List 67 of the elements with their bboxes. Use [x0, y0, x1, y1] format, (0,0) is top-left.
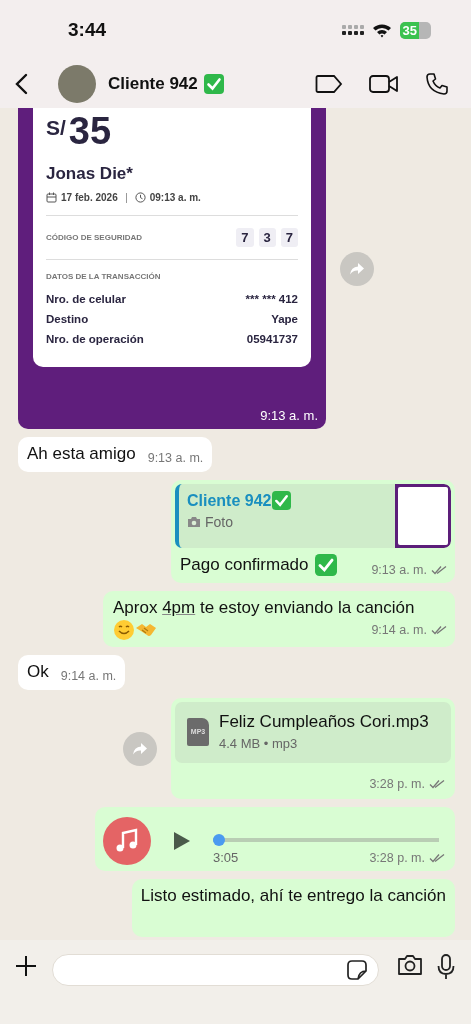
battery-level: 35: [399, 21, 419, 39]
forward-icon: [349, 261, 365, 276]
message-time: 9:13 a. m.: [147, 451, 204, 465]
currency-symbol: S/: [46, 116, 66, 140]
add-icon[interactable]: [14, 954, 38, 978]
status-time: 3:44: [68, 19, 107, 41]
security-code-label: CÓDIGO DE SEGURIDAD: [46, 233, 142, 242]
detail-label: Destino: [46, 313, 89, 325]
message-time: 9:14 a. m.: [60, 669, 117, 683]
payee-name: Jonas Die*: [46, 164, 134, 184]
message-time: 3:28 p. m.: [369, 777, 425, 791]
detail-value: Yape: [271, 313, 298, 325]
check-mark-icon: [314, 554, 337, 576]
quoted-type: Foto: [205, 514, 233, 530]
signal-icon: [341, 25, 364, 35]
audio-duration: 3:05: [213, 850, 239, 865]
play-button[interactable]: [173, 830, 191, 851]
contact-name[interactable]: Cliente 942: [108, 74, 198, 94]
quoted-author: Cliente 942: [187, 491, 272, 510]
music-avatar: [103, 816, 151, 865]
security-code-digit: 7: [236, 228, 254, 247]
payment-date: 17 feb. 2026: [61, 192, 118, 203]
double-check-icon: [429, 779, 445, 789]
detail-value: *** *** 412: [245, 293, 298, 305]
detail-label: Nro. de celular: [46, 293, 126, 305]
check-mark-icon: [203, 74, 224, 94]
sticker-icon[interactable]: [346, 959, 368, 981]
forward-icon: [132, 741, 148, 756]
detail-label: Nro. de operación: [46, 333, 144, 345]
file-info: 4.4 MB • mp3: [219, 736, 299, 751]
message-time: 9:13 a. m.: [260, 408, 318, 423]
wifi-icon: [371, 22, 392, 38]
calendar-icon: [46, 192, 57, 203]
clock-icon: [134, 192, 146, 203]
quoted-message[interactable]: Cliente 942 Foto: [175, 484, 451, 548]
check-mark-icon: [272, 491, 292, 510]
file-name: Feliz Cumpleaños Cori.mp3: [219, 712, 429, 732]
phone-icon[interactable]: [425, 72, 449, 96]
time-link[interactable]: 4pm: [162, 598, 196, 617]
message-text: Listo estimado, ahí te entrego la canción: [140, 885, 446, 907]
transaction-details-label: DATOS DE LA TRANSACCIÓN: [46, 272, 162, 281]
message-input[interactable]: [52, 954, 379, 986]
security-code-digit: 7: [280, 228, 298, 247]
double-check-icon: [431, 565, 447, 575]
label-icon[interactable]: [315, 74, 343, 94]
audio-progress-thumb[interactable]: [213, 834, 225, 846]
receipt-thumbnail: [395, 484, 451, 548]
smiley-icon: [113, 619, 135, 641]
payment-time: 09:13 a. m.: [149, 192, 201, 203]
message-text: Ah esta amigo: [27, 443, 136, 465]
message-text: Pago confirmado: [180, 554, 309, 576]
double-check-icon: [429, 852, 445, 863]
contact-avatar[interactable]: [58, 65, 96, 103]
message-text: Aprox 4pm te estoy enviando la canción: [113, 598, 415, 617]
detail-value: 05941737: [246, 333, 298, 345]
microphone-icon[interactable]: [437, 954, 455, 980]
message-time: 3:28 p. m.: [369, 850, 425, 865]
camera-icon[interactable]: [397, 954, 423, 976]
back-icon[interactable]: [14, 73, 28, 95]
message-text: Ok: [27, 661, 49, 683]
message-time: 9:14 a. m.: [371, 623, 427, 637]
message-time: 9:13 a. m.: [371, 563, 427, 577]
video-call-icon[interactable]: [369, 74, 399, 94]
security-code-digit: 3: [258, 228, 276, 247]
payment-amount: 35: [68, 112, 112, 150]
camera-icon: [187, 516, 201, 528]
double-check-icon: [431, 625, 447, 635]
